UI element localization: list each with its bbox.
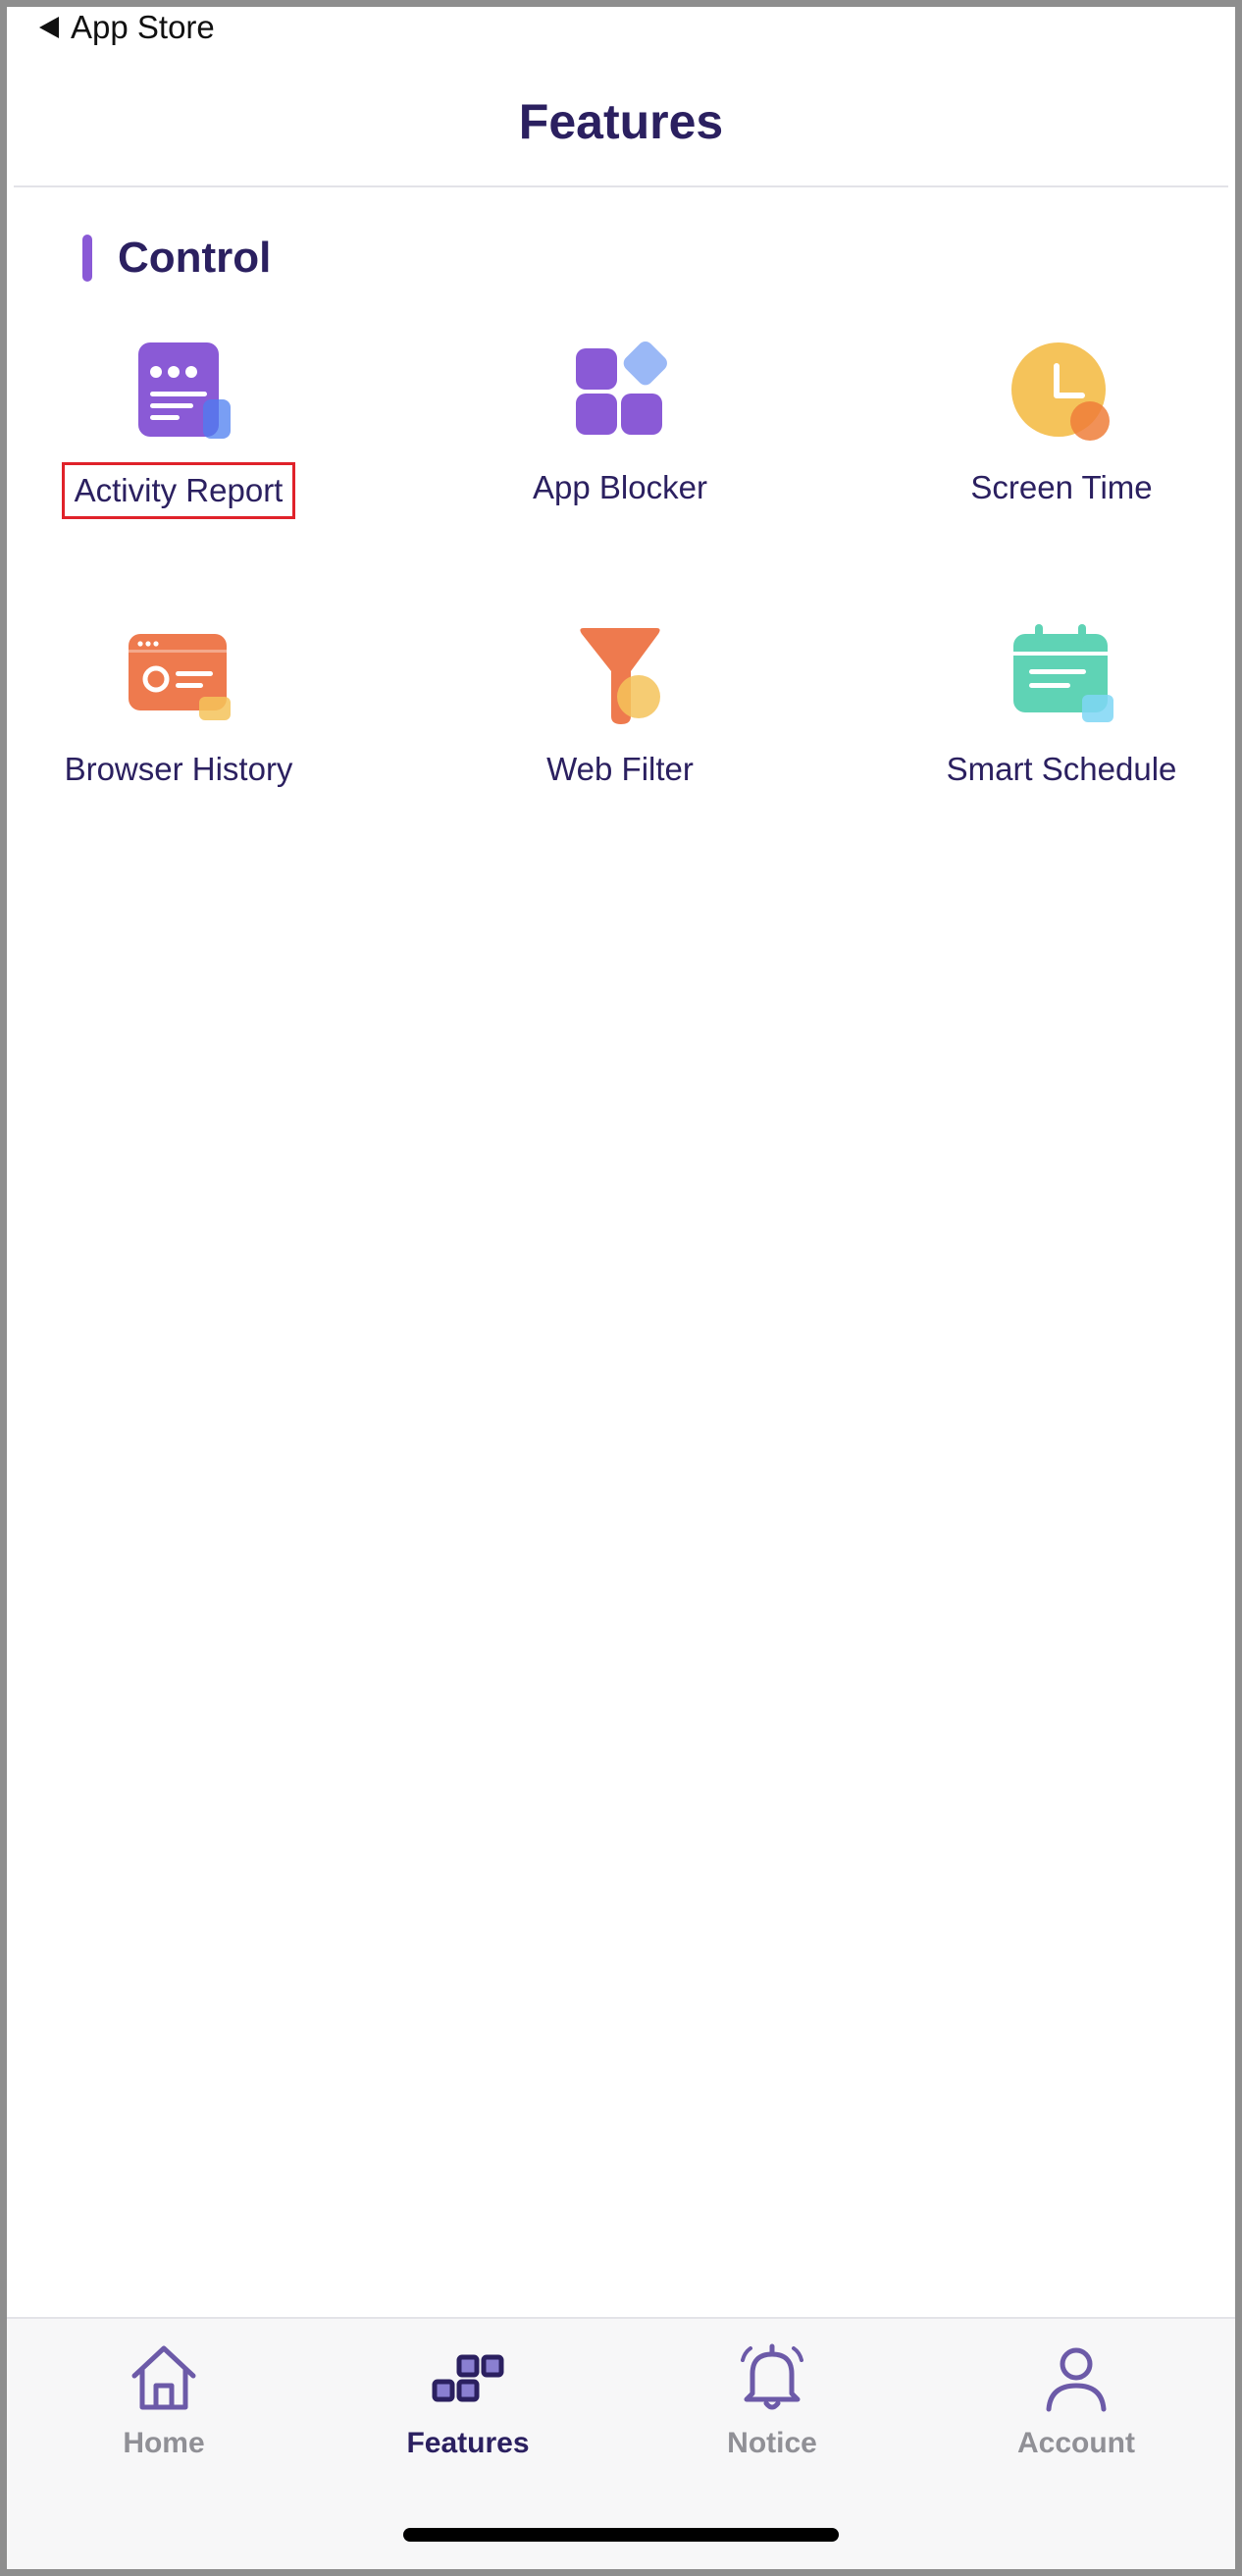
tab-label: Account (1017, 2427, 1135, 2459)
bell-icon (741, 2343, 803, 2410)
screen-time-icon (1011, 342, 1110, 441)
web-filter-icon (580, 628, 660, 724)
home-icon (131, 2345, 196, 2410)
activity-report-icon (138, 342, 231, 439)
feature-label: Activity Report (61, 462, 296, 519)
page-title: Features (518, 94, 724, 149)
back-arrow-icon (39, 17, 59, 38)
tab-label: Home (123, 2427, 205, 2459)
feature-browser-history[interactable]: Browser History (0, 620, 375, 795)
feature-label: Browser History (64, 751, 293, 787)
feature-label: Smart Schedule (946, 751, 1177, 787)
nav-divider (14, 185, 1228, 187)
feature-activity-report[interactable]: Activity Report (0, 339, 375, 519)
tab-label: Notice (727, 2427, 817, 2459)
section-header: Control (82, 234, 271, 283)
feature-screen-time[interactable]: Screen Time (865, 339, 1242, 513)
feature-label: App Blocker (533, 469, 707, 505)
feature-label: Web Filter (546, 751, 694, 787)
person-icon (1046, 2347, 1107, 2412)
tab-home[interactable]: Home (36, 2339, 291, 2486)
back-label: App Store (71, 9, 215, 45)
section-accent-bar (82, 235, 92, 282)
feature-web-filter[interactable]: Web Filter (424, 620, 816, 795)
tab-label: Features (406, 2427, 530, 2459)
feature-smart-schedule[interactable]: Smart Schedule (865, 620, 1242, 795)
browser-history-icon (129, 634, 231, 720)
features-icon (432, 2354, 504, 2402)
feature-label: Screen Time (970, 469, 1153, 505)
app-blocker-icon (576, 342, 667, 435)
smart-schedule-icon (1013, 624, 1113, 722)
tab-account[interactable]: Account (949, 2339, 1204, 2486)
tab-notice[interactable]: Notice (645, 2339, 900, 2486)
tab-features[interactable]: Features (340, 2339, 595, 2486)
back-to-app-store[interactable]: App Store (39, 6, 215, 49)
home-indicator (403, 2528, 839, 2542)
feature-app-blocker[interactable]: App Blocker (424, 339, 816, 513)
section-title: Control (118, 234, 272, 282)
